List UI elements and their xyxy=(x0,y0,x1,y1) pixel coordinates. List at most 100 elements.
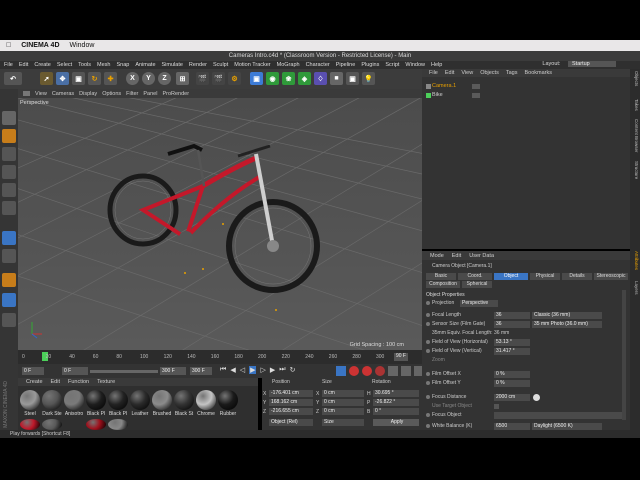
menu-create[interactable]: Create xyxy=(34,62,51,68)
transform-icon[interactable]: ✚ xyxy=(104,72,117,85)
edges-mode-icon[interactable] xyxy=(2,183,16,197)
tab-attributes[interactable]: Attributes xyxy=(631,251,639,270)
rotation-p-field[interactable]: -26.822 ° xyxy=(373,399,419,406)
mat-menu-create[interactable]: Create xyxy=(26,379,43,385)
vp-menu-cameras[interactable]: Cameras xyxy=(52,91,74,97)
rotate-icon[interactable]: ↻ xyxy=(88,72,101,85)
material-swatch[interactable] xyxy=(130,390,150,410)
menu-select[interactable]: Select xyxy=(57,62,72,68)
material-swatch[interactable] xyxy=(42,390,62,410)
mat-menu-function[interactable]: Function xyxy=(68,379,89,385)
white-balance-preset-dropdown[interactable]: Daylight (6500 K) xyxy=(532,423,602,430)
apply-button[interactable]: Apply xyxy=(373,419,419,426)
material-swatch[interactable] xyxy=(108,390,128,410)
animate-dot[interactable] xyxy=(426,349,430,353)
texture-mode-icon[interactable] xyxy=(2,147,16,161)
mat-menu-texture[interactable]: Texture xyxy=(97,379,115,385)
focus-object-field[interactable] xyxy=(494,412,622,419)
material-swatch[interactable] xyxy=(20,390,40,410)
material-swatch[interactable] xyxy=(196,390,216,410)
tab-details[interactable]: Details xyxy=(562,273,592,280)
deformer-icon[interactable]: ♢ xyxy=(314,72,327,85)
animate-dot[interactable] xyxy=(426,424,430,428)
go-to-start-icon[interactable]: ⏮ xyxy=(220,366,226,374)
material-swatch[interactable] xyxy=(108,419,128,430)
tab-layers[interactable]: Layers xyxy=(631,281,639,295)
preview-start-field[interactable]: 0 F xyxy=(62,367,88,375)
locked-workplane-icon[interactable] xyxy=(2,293,16,307)
tab-content-browser[interactable]: Content Browser xyxy=(631,119,639,153)
environment-icon[interactable]: ■ xyxy=(330,72,343,85)
axis-z-button[interactable]: Z xyxy=(158,72,171,85)
white-balance-field[interactable]: 6500 xyxy=(494,423,530,430)
loop-icon[interactable]: ↻ xyxy=(290,366,296,374)
points-mode-icon[interactable] xyxy=(2,165,16,179)
sculpt-icon[interactable] xyxy=(2,313,16,327)
tab-physical[interactable]: Physical xyxy=(530,273,560,280)
om-menu-edit[interactable]: Edit xyxy=(445,70,454,76)
polygons-mode-icon[interactable] xyxy=(2,201,16,215)
tab-coord[interactable]: Coord. xyxy=(458,273,492,280)
menu-simulate[interactable]: Simulate xyxy=(162,62,183,68)
material-swatch[interactable] xyxy=(218,390,238,410)
use-target-checkbox[interactable] xyxy=(494,404,499,409)
material-swatch[interactable] xyxy=(42,419,62,430)
previous-key-icon[interactable]: ◀ xyxy=(230,366,235,374)
preview-end-field[interactable]: 300 F xyxy=(160,367,186,375)
focus-picker-icon[interactable] xyxy=(533,394,540,401)
render-settings-icon[interactable]: ⚙ xyxy=(228,72,241,85)
sensor-preset-dropdown[interactable]: 35 mm Photo (36.0 mm) xyxy=(532,321,602,328)
om-menu-bookmarks[interactable]: Bookmarks xyxy=(524,70,552,76)
om-menu-objects[interactable]: Objects xyxy=(480,70,499,76)
array-icon[interactable]: ❀ xyxy=(282,72,295,85)
menu-script[interactable]: Script xyxy=(385,62,399,68)
viewport-icon[interactable] xyxy=(23,91,30,96)
animate-dot[interactable] xyxy=(426,313,430,317)
visibility-dots[interactable] xyxy=(472,84,480,89)
menu-tools[interactable]: Tools xyxy=(78,62,91,68)
animate-dot[interactable] xyxy=(426,340,430,344)
coordinate-system-icon[interactable]: ⊞ xyxy=(176,72,189,85)
om-menu-tags[interactable]: Tags xyxy=(506,70,518,76)
camera-icon[interactable]: ▣ xyxy=(346,72,359,85)
object-bike[interactable]: Bike xyxy=(432,92,443,98)
tab-objects[interactable]: Objects xyxy=(631,71,639,86)
make-editable-icon[interactable] xyxy=(2,111,16,125)
keyframe-selection-icon[interactable] xyxy=(375,366,385,376)
select-icon[interactable]: ➚ xyxy=(40,72,53,85)
size-y-field[interactable]: 0 cm xyxy=(322,399,364,406)
vp-menu-options[interactable]: Options xyxy=(102,91,121,97)
coordinate-mode-dropdown[interactable]: Object (Rel) xyxy=(269,419,313,426)
animate-dot[interactable] xyxy=(426,413,430,417)
boole-icon[interactable]: ◈ xyxy=(298,72,311,85)
vp-menu-prorender[interactable]: ProRender xyxy=(162,91,189,97)
render-view-icon[interactable]: 🎬 xyxy=(196,72,209,85)
start-frame-field[interactable]: 0 F xyxy=(22,367,44,375)
attr-menu-user-data[interactable]: User Data xyxy=(469,253,494,259)
window-menu[interactable]: Window xyxy=(70,42,95,49)
menu-sculpt[interactable]: Sculpt xyxy=(213,62,228,68)
scale-icon[interactable]: ▣ xyxy=(72,72,85,85)
attr-menu-mode[interactable]: Mode xyxy=(430,253,444,259)
projection-dropdown[interactable]: Perspective xyxy=(460,300,498,307)
focal-preset-dropdown[interactable]: Classic (36 mm) xyxy=(532,312,602,319)
undo-icon[interactable]: ↶ xyxy=(4,72,22,85)
material-swatch[interactable] xyxy=(152,390,172,410)
animate-dot[interactable] xyxy=(426,301,430,305)
vp-menu-panel[interactable]: Panel xyxy=(143,91,157,97)
menu-motion-tracker[interactable]: Motion Tracker xyxy=(234,62,270,68)
focus-distance-field[interactable]: 2000 cm xyxy=(494,394,530,401)
position-y-field[interactable]: 168.162 cm xyxy=(269,399,313,406)
record-icon[interactable] xyxy=(349,366,359,376)
tab-structure[interactable]: Structure xyxy=(631,161,639,179)
model-mode-icon[interactable] xyxy=(2,129,16,143)
timeline-ruler[interactable]: 0 20 40 60 80 100 120 140 160 180 200 220 240 260 280 3… xyxy=(18,350,422,364)
tab-stereoscopic[interactable]: Stereoscopic xyxy=(594,273,628,280)
object-camera[interactable]: Camera.1 xyxy=(432,83,456,89)
mat-menu-edit[interactable]: Edit xyxy=(51,379,60,385)
vp-menu-display[interactable]: Display xyxy=(79,91,97,97)
menu-plugins[interactable]: Plugins xyxy=(361,62,379,68)
om-menu-file[interactable]: File xyxy=(429,70,438,76)
position-key-icon[interactable] xyxy=(388,366,398,376)
workplane-icon[interactable] xyxy=(2,273,16,287)
